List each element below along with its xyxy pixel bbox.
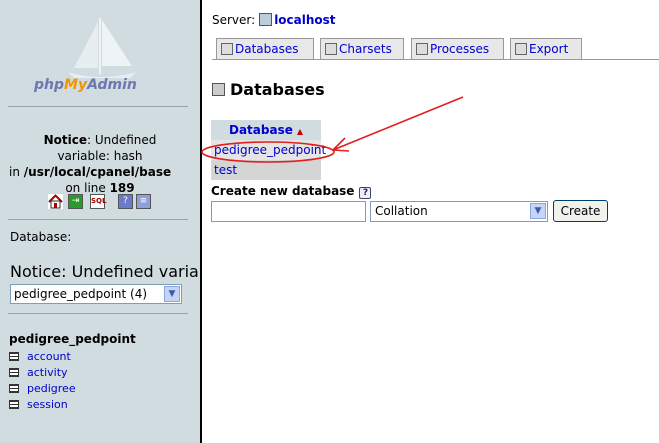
tab-databases[interactable]: Databases [216, 38, 314, 60]
notice-text: on line [65, 181, 110, 195]
database-label: Database: [10, 230, 72, 244]
table-icon[interactable] [9, 352, 19, 361]
database-link[interactable]: pedigree_pedpoint [214, 143, 326, 157]
tab-label[interactable]: Charsets [339, 42, 392, 56]
database-select[interactable]: pedigree_pedpoint (4) ▼ [10, 284, 182, 304]
table-list-item[interactable]: pedigree [9, 380, 76, 396]
table-list: account activity pedigree session [9, 348, 76, 412]
table-list-item[interactable]: session [9, 396, 76, 412]
table-link[interactable]: activity [27, 366, 68, 379]
sql-icon[interactable]: SQL [90, 194, 106, 209]
navigation-frame: phpMyAdmin Notice: Undefined variable: h… [0, 0, 200, 443]
table-icon[interactable] [9, 368, 19, 377]
collation-select-value: Collation [375, 204, 428, 218]
notice-line-number: 189 [109, 181, 135, 195]
divider [8, 106, 188, 107]
export-icon [515, 43, 527, 55]
divider [8, 219, 188, 220]
column-header-link[interactable]: Database [229, 123, 293, 137]
create-button[interactable]: Create [553, 200, 608, 222]
databases-icon [221, 43, 233, 55]
notice-text: in [9, 165, 24, 179]
page-title-text: Databases [230, 80, 325, 99]
table-row[interactable]: test [211, 160, 321, 180]
notice-text: variable: hash [57, 149, 143, 163]
tab-label[interactable]: Processes [430, 42, 489, 56]
logo-my: My [64, 77, 88, 93]
phpmyadmin-logo[interactable]: phpMyAdmin [0, 0, 200, 100]
table-list-item[interactable]: account [9, 348, 76, 364]
notice-message: Notice: Undefined variable: hash in /usr… [0, 132, 200, 196]
tab-charsets[interactable]: Charsets [320, 38, 404, 60]
home-icon[interactable] [48, 194, 63, 209]
divider [8, 313, 188, 314]
create-database-text: Create new database [211, 184, 355, 198]
chevron-down-icon[interactable]: ▼ [530, 203, 546, 219]
tab-processes[interactable]: Processes [411, 38, 504, 60]
help-icon[interactable]: ? [359, 187, 372, 199]
new-database-input[interactable] [211, 201, 366, 222]
server-label: Server: [212, 13, 256, 27]
table-link[interactable]: session [27, 398, 68, 411]
table-link[interactable]: account [27, 350, 71, 363]
databases-table: Database ▲ pedigree_pedpoint test [211, 120, 326, 180]
sort-ascending-icon[interactable]: ▲ [297, 127, 303, 136]
tab-export[interactable]: Export [510, 38, 582, 60]
column-header-database[interactable]: Database ▲ [211, 120, 321, 140]
database-select-value: pedigree_pedpoint (4) [14, 287, 148, 301]
tab-label[interactable]: Export [529, 42, 568, 56]
chevron-down-icon[interactable]: ▼ [164, 286, 180, 302]
page-title: Databases [212, 80, 325, 99]
table-link[interactable]: pedigree [27, 382, 76, 395]
help-icon[interactable]: ? [118, 194, 133, 209]
table-row[interactable]: pedigree_pedpoint [211, 140, 326, 160]
docs-icon[interactable]: ≡ [136, 194, 151, 209]
sailboat-logo-icon [68, 18, 136, 78]
exit-icon[interactable]: ⇥ [68, 194, 83, 209]
notice-path: /usr/local/cpanel/base [23, 165, 172, 179]
tab-label[interactable]: Databases [235, 42, 299, 56]
charsets-icon [325, 43, 337, 55]
server-link[interactable]: localhost [274, 13, 335, 27]
table-icon[interactable] [9, 400, 19, 409]
database-link[interactable]: test [214, 163, 237, 177]
tab-underline [212, 59, 659, 60]
logo-text: phpMyAdmin [34, 77, 137, 93]
notice-overflow-text: Notice: Undefined varia [10, 262, 199, 281]
nav-icon-bar: ⇥ SQL ? ≡ [48, 194, 158, 212]
notice-label: Notice [43, 133, 87, 147]
databases-icon [212, 83, 225, 96]
annotation-arrowhead [332, 137, 350, 152]
collation-select[interactable]: Collation ▼ [370, 201, 548, 222]
table-icon[interactable] [9, 384, 19, 393]
server-icon [259, 13, 273, 26]
create-database-label: Create new database? [211, 184, 372, 199]
frame-divider[interactable] [200, 0, 202, 443]
processes-icon [416, 43, 428, 55]
logo-php: php [34, 77, 65, 93]
current-database-name[interactable]: pedigree_pedpoint [9, 332, 136, 346]
notice-text: : Undefined [86, 133, 157, 147]
table-list-item[interactable]: activity [9, 364, 76, 380]
logo-admin: Admin [87, 77, 137, 93]
annotation-arrow [332, 96, 464, 151]
server-breadcrumb: Server: localhost [212, 13, 336, 27]
